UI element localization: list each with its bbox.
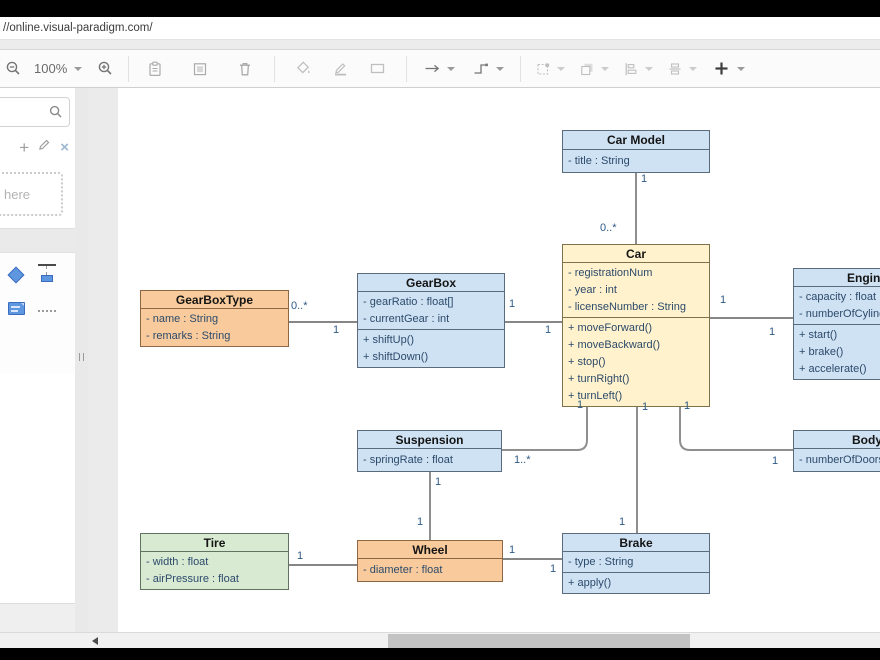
scrollbar-thumb[interactable] (388, 634, 690, 648)
multiplicity-label: 0..* (291, 300, 308, 312)
close-icon[interactable]: × (60, 140, 69, 155)
app-window: //online.visual-paradigm.com/ 100% (0, 0, 880, 660)
panel-divider (0, 228, 75, 253)
shape-search[interactable] (0, 97, 70, 127)
connector-arrow-icon[interactable] (423, 60, 441, 78)
delete-icon[interactable] (236, 60, 254, 78)
browser-chrome-strip (0, 40, 880, 50)
connector-arrow-caret-icon[interactable] (447, 67, 455, 71)
multiplicity-label: 1 (641, 173, 647, 185)
class-brake[interactable]: Brake - type : String + apply() (562, 533, 710, 594)
diagram-canvas[interactable]: Car Model - title : String Car - registr… (88, 88, 880, 632)
scroll-left-arrow-icon[interactable] (92, 637, 98, 645)
drop-zone[interactable]: here (0, 172, 63, 216)
class-body[interactable]: Body - numberOfDoors : int (793, 430, 880, 472)
toolbar-separator (520, 56, 521, 82)
transform-caret-icon[interactable] (557, 67, 565, 71)
class-car[interactable]: Car - registrationNum - year : int - lic… (562, 244, 710, 407)
class-gearbox-type[interactable]: GearBoxType - name : String - remarks : … (140, 290, 289, 347)
bring-to-front-icon[interactable] (578, 60, 596, 78)
shape-style-icon[interactable] (368, 60, 386, 78)
panel-splitter[interactable] (75, 88, 88, 632)
multiplicity-label: 1..* (514, 454, 531, 466)
toolbar-separator (406, 56, 407, 82)
class-suspension[interactable]: Suspension - springRate : float (357, 430, 502, 472)
toolbar-separator (274, 56, 275, 82)
multiplicity-label: 1 (550, 563, 556, 575)
multiplicity-label: 1 (720, 294, 726, 306)
multiplicity-label: 1 (642, 401, 648, 413)
search-icon (49, 105, 63, 124)
multiplicity-label: 1 (684, 400, 690, 412)
decision-shape-icon[interactable] (8, 267, 25, 284)
multiplicity-label: 1 (545, 324, 551, 336)
add-shape-caret-icon[interactable] (737, 67, 745, 71)
browser-address-bar[interactable]: //online.visual-paradigm.com/ (0, 17, 880, 40)
multiplicity-label: 1 (509, 298, 515, 310)
multiplicity-label: 1 (619, 516, 625, 528)
splitter-grip-icon[interactable] (79, 353, 84, 361)
class-tire[interactable]: Tire - width : float - airPressure : flo… (140, 533, 289, 590)
class-gearbox[interactable]: GearBox - gearRatio : float[] - currentG… (357, 273, 505, 368)
multiplicity-label: 1 (577, 399, 583, 411)
multiplicity-label: 0..* (600, 222, 617, 234)
class-car-model[interactable]: Car Model - title : String (562, 130, 710, 173)
multiplicity-label: 1 (297, 550, 303, 562)
shape-panel: + × here (0, 88, 75, 632)
window-bottom-bar (0, 648, 880, 660)
connector-elbow-caret-icon[interactable] (496, 67, 504, 71)
zoom-out-icon[interactable] (4, 60, 22, 78)
paste-icon[interactable] (146, 60, 164, 78)
connector-elbow-icon[interactable] (472, 60, 490, 78)
align-icon[interactable] (622, 60, 640, 78)
anchor-shape-icon[interactable] (38, 264, 56, 288)
shape-palette (0, 254, 75, 374)
note-shape-icon[interactable] (8, 302, 25, 315)
url-text: //online.visual-paradigm.com/ (0, 22, 153, 34)
copy-style-icon[interactable] (191, 60, 209, 78)
add-icon[interactable]: + (19, 139, 29, 156)
zoom-in-icon[interactable] (96, 60, 114, 78)
edit-icon[interactable] (38, 138, 51, 156)
window-top-bar (0, 0, 880, 17)
multiplicity-label: 1 (509, 544, 515, 556)
multiplicity-label: 1 (769, 326, 775, 338)
fill-color-icon[interactable] (294, 60, 312, 78)
multiplicity-label: 1 (417, 516, 423, 528)
search-input[interactable] (3, 105, 51, 119)
align-caret-icon[interactable] (645, 67, 653, 71)
add-shape-icon[interactable] (712, 60, 730, 78)
editor-toolbar: 100% (0, 50, 880, 88)
workspace: + × here (0, 88, 880, 632)
zoom-level-caret-icon[interactable] (74, 67, 82, 71)
multiplicity-label: 1 (772, 455, 778, 467)
panel-actions: + × (19, 138, 69, 156)
multiplicity-label: 1 (333, 324, 339, 336)
drop-zone-hint: here (0, 187, 30, 202)
transform-icon[interactable] (534, 60, 552, 78)
line-color-icon[interactable] (331, 60, 349, 78)
distribute-icon[interactable] (666, 60, 684, 78)
class-wheel[interactable]: Wheel - diameter : float (357, 540, 503, 582)
horizontal-scrollbar[interactable] (0, 632, 880, 648)
bring-to-front-caret-icon[interactable] (601, 67, 609, 71)
dashed-line-shape-icon[interactable] (38, 310, 56, 312)
distribute-caret-icon[interactable] (689, 67, 697, 71)
multiplicity-label: 1 (435, 476, 441, 488)
class-engine[interactable]: Engine - capacity : float - numberOfCyli… (793, 268, 880, 380)
toolbar-separator (128, 56, 129, 82)
zoom-level-label[interactable]: 100% (34, 61, 67, 76)
